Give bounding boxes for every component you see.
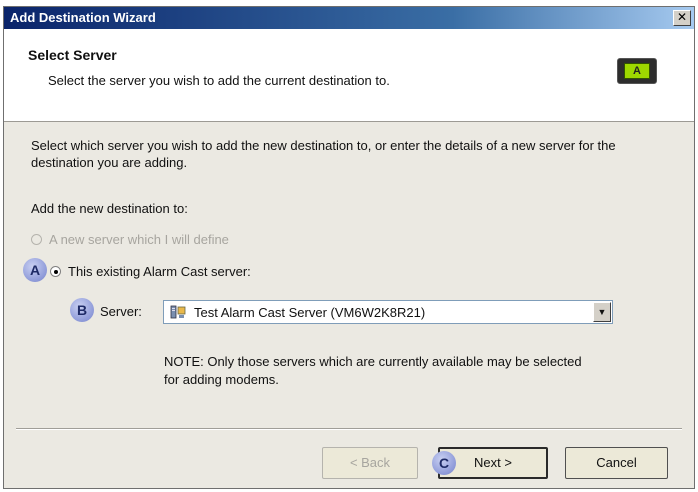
page-subtitle: Select the server you wish to add the cu…: [48, 73, 390, 88]
wizard-window: Add Destination Wizard ✕ Select Server S…: [3, 6, 695, 489]
server-icon: [170, 305, 186, 319]
chevron-down-icon[interactable]: ▼: [593, 302, 611, 322]
intro-text: Select which server you wish to add the …: [31, 138, 616, 170]
radio-existing-server[interactable]: This existing Alarm Cast server:: [50, 264, 251, 279]
radio-new-server[interactable]: A new server which I will define: [31, 232, 229, 247]
annotation-badge-a: A: [23, 258, 47, 282]
server-select[interactable]: Test Alarm Cast Server (VM6W2K8R21) ▼: [163, 300, 613, 324]
radio-new-server-label: A new server which I will define: [49, 232, 229, 247]
radio-existing-server-button[interactable]: [50, 266, 61, 277]
server-select-value: Test Alarm Cast Server (VM6W2K8R21): [194, 305, 426, 320]
back-button[interactable]: < Back: [322, 447, 418, 479]
wizard-header: Select Server Select the server you wish…: [4, 29, 694, 122]
footer-divider: [16, 428, 682, 430]
close-button[interactable]: ✕: [673, 10, 691, 26]
add-to-label: Add the new destination to:: [31, 201, 188, 216]
title-bar[interactable]: Add Destination Wizard ✕: [4, 7, 694, 29]
window-title: Add Destination Wizard: [10, 10, 156, 25]
cancel-button[interactable]: Cancel: [565, 447, 668, 479]
logo-letter: A: [624, 63, 650, 79]
alarm-cast-logo-icon: A: [617, 58, 657, 84]
radio-existing-server-label: This existing Alarm Cast server:: [68, 264, 251, 279]
annotation-badge-b: B: [70, 298, 94, 322]
note-text: NOTE: Only those servers which are curre…: [164, 354, 582, 387]
annotation-badge-c: C: [432, 451, 456, 475]
server-label: Server:: [100, 304, 142, 319]
page-title: Select Server: [28, 47, 117, 63]
close-icon: ✕: [676, 10, 688, 24]
radio-new-server-button[interactable]: [31, 234, 42, 245]
